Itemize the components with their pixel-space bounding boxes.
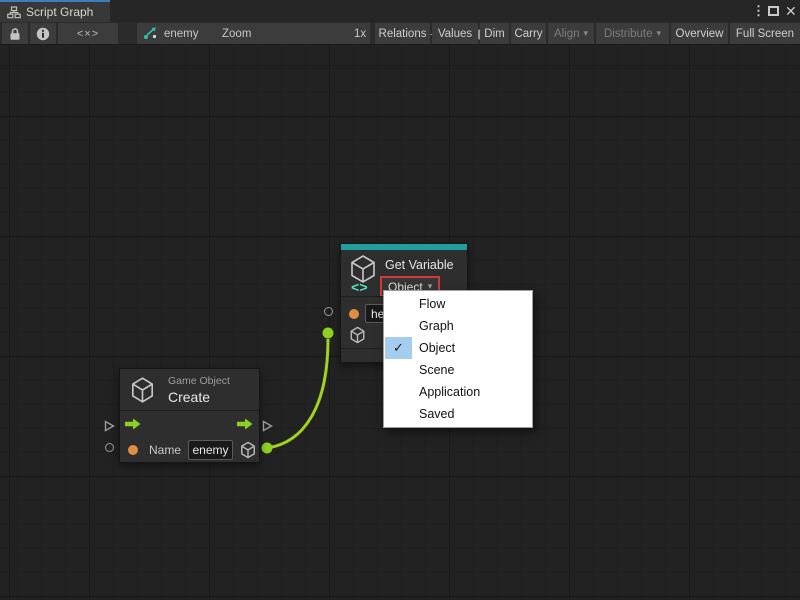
flow-input-port[interactable]: [104, 420, 115, 432]
menu-item-label: Flow: [419, 297, 445, 311]
code-view-button[interactable]: <×>: [58, 23, 118, 44]
graph-icon: [142, 26, 158, 41]
variable-cube-icon: <>: [348, 254, 378, 294]
zoom-label: Zoom: [222, 28, 251, 40]
window-maximize-icon[interactable]: [768, 0, 779, 22]
graph-window-icon: [7, 6, 21, 19]
flow-output-port[interactable]: [262, 420, 273, 432]
distribute-label: Distribute: [604, 28, 653, 40]
create-node-name-row: Name enemy: [120, 436, 259, 463]
tab-bar: Script Graph ⋮ ✕: [0, 0, 800, 22]
dim-label: Dim: [484, 28, 504, 40]
name-port-label: Name: [149, 443, 181, 457]
menu-item-object[interactable]: ✓ Object: [384, 337, 532, 359]
menu-item-saved[interactable]: Saved: [384, 403, 532, 425]
game-object-port-icon: [349, 326, 366, 344]
relations-button[interactable]: Relations: [375, 23, 430, 44]
menu-item-label: Application: [419, 385, 480, 399]
menu-item-label: Saved: [419, 407, 454, 421]
info-button[interactable]: [30, 23, 56, 44]
create-node-titles: Game Object Create: [168, 375, 230, 405]
window-close-icon[interactable]: ✕: [785, 0, 797, 22]
maximize-box-icon: [768, 6, 779, 16]
fullscreen-label: Full Screen: [736, 28, 794, 40]
align-label: Align: [554, 28, 580, 40]
name-input[interactable]: enemy: [188, 440, 233, 460]
code-icon: <×>: [77, 28, 99, 40]
graph-zoom-group: enemy Zoom 1x: [137, 23, 370, 44]
graph-name-label[interactable]: enemy: [164, 28, 199, 40]
zoom-value: 1x: [354, 28, 366, 40]
distribute-button[interactable]: Distribute ▾: [596, 23, 669, 44]
values-button[interactable]: Values: [432, 23, 478, 44]
chevron-down-icon: ▾: [584, 28, 589, 39]
fullscreen-button[interactable]: Full Screen: [730, 23, 800, 44]
name-input-port[interactable]: [105, 443, 114, 452]
tab-title: Script Graph: [26, 5, 93, 19]
create-node-header: Game Object Create: [120, 369, 259, 410]
align-button[interactable]: Align ▾: [548, 23, 594, 44]
menu-item-application[interactable]: Application: [384, 381, 532, 403]
menu-item-scene[interactable]: Scene: [384, 359, 532, 381]
carry-label: Carry: [514, 28, 542, 40]
string-port-icon: [349, 309, 359, 319]
chevron-down-icon: ▾: [657, 28, 662, 39]
menu-item-graph[interactable]: Graph: [384, 315, 532, 337]
svg-text:<>: <>: [351, 281, 368, 294]
node-create-game-object[interactable]: Game Object Create Name enemy: [119, 368, 260, 463]
window-menu-icon[interactable]: ⋮: [752, 0, 765, 22]
flow-in-arrow-icon: [125, 418, 141, 430]
lock-button[interactable]: [2, 23, 28, 44]
info-icon: [36, 27, 50, 41]
relations-label: Relations: [379, 28, 427, 40]
menu-item-flow[interactable]: Flow: [384, 293, 532, 315]
tab-script-graph[interactable]: Script Graph: [0, 0, 110, 22]
menu-item-label: Object: [419, 341, 455, 355]
string-port-icon: [128, 445, 138, 455]
check-icon: ✓: [385, 337, 412, 359]
lock-icon: [9, 27, 21, 41]
variable-kind-menu: Flow Graph ✓ Object Scene Application Sa…: [383, 290, 533, 428]
flow-out-arrow-icon: [237, 418, 253, 430]
create-node-flow-row: [120, 410, 259, 436]
create-node-subtitle: Game Object: [168, 375, 230, 387]
get-variable-title: Get Variable: [385, 258, 454, 272]
variable-name-port[interactable]: [324, 307, 333, 316]
carry-button[interactable]: Carry: [511, 23, 546, 44]
menu-item-label: Graph: [419, 319, 454, 333]
dim-button[interactable]: Dim: [480, 23, 509, 44]
overview-label: Overview: [676, 28, 724, 40]
menu-item-label: Scene: [419, 363, 454, 377]
game-object-cube-icon: [129, 376, 156, 404]
overview-button[interactable]: Overview: [671, 23, 728, 44]
values-label: Values: [438, 28, 472, 40]
create-node-title: Create: [168, 389, 230, 405]
graph-toolbar: <×> enemy Zoom 1x Relations Values Dim C…: [0, 22, 800, 45]
game-object-port-icon: [239, 441, 257, 459]
